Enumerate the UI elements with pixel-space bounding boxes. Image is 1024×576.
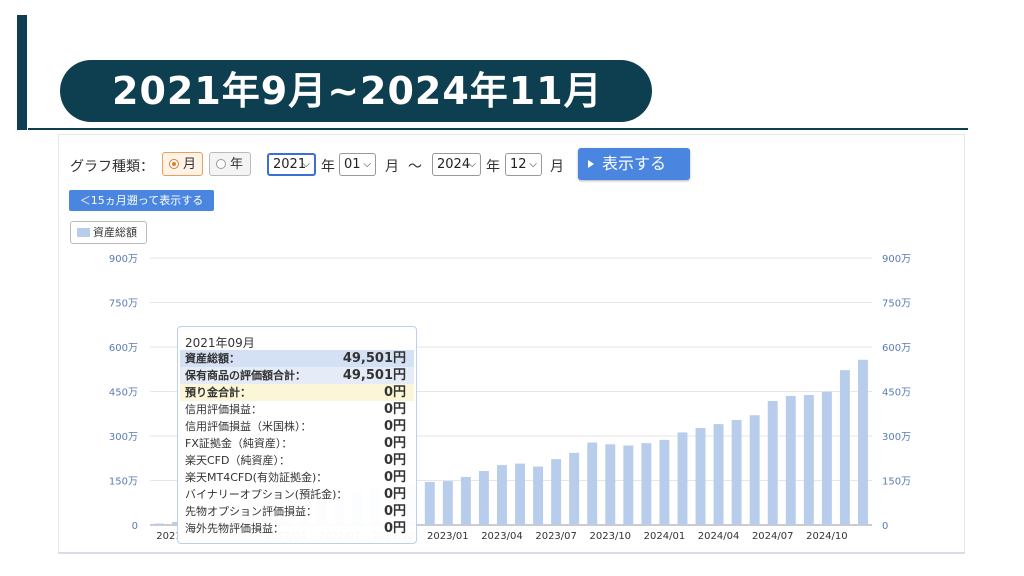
- y-tick-label-left: 600万: [109, 343, 138, 354]
- tooltip-row: 先物オプション評価損益： 0円: [180, 503, 414, 520]
- bar: [154, 523, 164, 525]
- y-tick-label-left: 900万: [109, 254, 138, 265]
- tooltip-row-value: 49,501円: [342, 368, 406, 383]
- bar: [659, 439, 670, 525]
- bar: [515, 463, 525, 525]
- tooltip-row-label: 信用評価損益（米国株）：: [185, 420, 312, 433]
- x-tick-label: 2023/10: [590, 531, 632, 542]
- tooltip-row: 海外先物評価損益： 0円: [180, 520, 414, 537]
- tooltip-row-label: 保有商品の評価額合計：: [185, 369, 306, 382]
- bar: [641, 443, 652, 525]
- y-tick-label-left: 300万: [109, 432, 138, 443]
- tooltip-row-value: 49,501円: [342, 351, 406, 366]
- tooltip-row: 楽天CFD（純資産）： 0円: [180, 452, 414, 469]
- tooltip-row-value: 0円: [383, 419, 406, 434]
- tooltip-row-value: 0円: [383, 436, 406, 451]
- y-tick-label-right: 300万: [882, 432, 911, 443]
- tooltip-row: 楽天MT4CFD(有効証拠金)： 0円: [180, 469, 414, 486]
- bar: [587, 442, 598, 525]
- tooltip-row: 預り金合計： 0円: [180, 384, 414, 401]
- x-tick-label: 2023/07: [535, 531, 577, 542]
- y-tick-label-right: 450万: [882, 388, 911, 399]
- bar: [623, 445, 634, 525]
- bar: [569, 452, 580, 525]
- bar: [497, 465, 507, 525]
- bar: [478, 471, 489, 525]
- y-tick-label-right: 600万: [882, 343, 911, 354]
- bar: [695, 427, 706, 525]
- tooltip-row-label: 信用評価損益：: [185, 403, 262, 416]
- tooltip-row-label: 海外先物評価損益：: [185, 522, 284, 535]
- bar: [713, 424, 724, 525]
- bar: [821, 391, 832, 525]
- y-tick-label-left: 0: [132, 521, 138, 532]
- tooltip-row-label: バイナリーオプション(預託金)：: [185, 488, 348, 501]
- x-tick-label: 2024/01: [644, 531, 686, 542]
- tooltip-row-label: 先物オプション評価損益：: [185, 505, 317, 518]
- tooltip-row-value: 0円: [383, 402, 406, 417]
- asset-bar-chart: 0 0 150万 150万 300万 300万 450万 450万 600万 600万 750万 75…: [109, 254, 911, 542]
- x-tick-label: 2024/04: [698, 531, 740, 542]
- bar: [803, 395, 814, 525]
- tooltip-row: 資産総額： 49,501円: [180, 350, 414, 367]
- y-tick-label-left: 450万: [109, 388, 138, 399]
- x-tick-label: 2024/10: [806, 531, 848, 542]
- tooltip-row-label: FX証拠金（純資産）：: [185, 437, 293, 450]
- tooltip-row: FX証拠金（純資産）： 0円: [180, 435, 414, 452]
- tooltip-row-value: 0円: [383, 487, 406, 502]
- x-tick-label: 2023/01: [427, 531, 469, 542]
- y-tick-label-left: 750万: [109, 299, 138, 310]
- chart-tooltip: 2021年09月 資産総額： 49,501円 保有商品の評価額合計： 49,501円預…: [177, 326, 417, 544]
- tooltip-row-value: 0円: [383, 385, 406, 400]
- x-tick-label: 2023/04: [481, 531, 523, 542]
- tooltip-row: 信用評価損益： 0円: [180, 401, 414, 418]
- tooltip-row-label: 楽天CFD（純資産）：: [185, 454, 290, 467]
- tooltip-row-value: 0円: [383, 521, 406, 536]
- tooltip-row-label: 資産総額：: [185, 352, 240, 365]
- tooltip-header: 2021年09月: [185, 336, 255, 350]
- y-tick-label-right: 0: [882, 521, 888, 532]
- bar: [839, 370, 850, 525]
- bar: [424, 481, 435, 525]
- tooltip-row-value: 0円: [383, 470, 406, 485]
- y-tick-label-right: 150万: [882, 477, 911, 488]
- bar: [460, 476, 471, 525]
- bar: [749, 415, 760, 525]
- tooltip-row-value: 0円: [383, 504, 406, 519]
- tooltip-row: バイナリーオプション(預託金)： 0円: [180, 486, 414, 503]
- bar: [858, 359, 868, 525]
- y-tick-label-right: 900万: [882, 254, 911, 265]
- tooltip-row-label: 預り金合計：: [185, 386, 251, 399]
- bar: [677, 432, 688, 525]
- bar: [767, 400, 778, 525]
- tooltip-row: 保有商品の評価額合計： 49,501円: [180, 367, 414, 384]
- tooltip-row-label: 楽天MT4CFD(有効証拠金)：: [185, 471, 328, 484]
- bar: [785, 395, 796, 525]
- bar: [551, 459, 562, 525]
- tooltip-row-value: 0円: [383, 453, 406, 468]
- tooltip-row: 信用評価損益（米国株）： 0円: [180, 418, 414, 435]
- y-tick-label-left: 150万: [109, 477, 138, 488]
- bar: [442, 481, 453, 525]
- bar: [731, 419, 742, 525]
- bar: [605, 444, 616, 525]
- x-tick-label: 2024/07: [752, 531, 794, 542]
- y-tick-label-right: 750万: [882, 299, 911, 310]
- bar: [533, 466, 544, 525]
